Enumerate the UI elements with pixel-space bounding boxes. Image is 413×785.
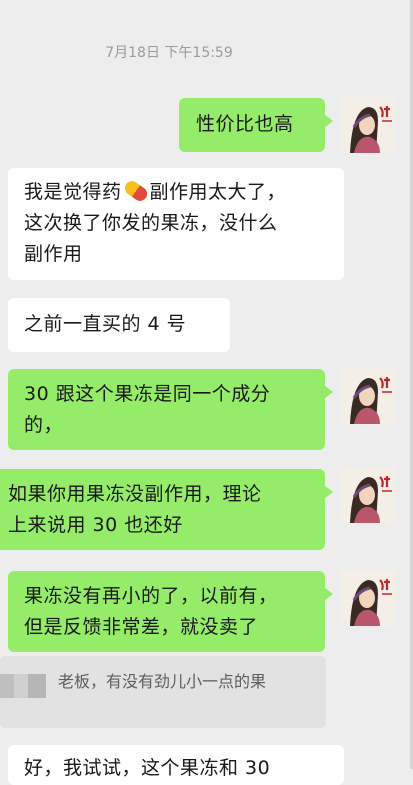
- message-text: 上来说用 30 也还好: [8, 514, 183, 536]
- message-text: 好，我试试，这个果冻和 30: [24, 757, 271, 779]
- message-text: 30 跟这个果冻是同一个成分: [24, 383, 271, 405]
- message-text: 如果你用果冻没副作用，理论: [8, 483, 262, 505]
- avatar[interactable]: [340, 368, 396, 424]
- quoted-message[interactable]: 老板，有没有劲儿小一点的果: [0, 656, 326, 728]
- avatar-portrait-icon: [340, 368, 396, 424]
- message-text: 之前一直买的 4 号: [24, 313, 187, 335]
- message-text: 副作用: [24, 243, 83, 265]
- message-text: 果冻没有再小的了，以前有，: [24, 585, 278, 607]
- avatar-portrait-icon: [340, 467, 396, 523]
- avatar[interactable]: [340, 570, 396, 626]
- outgoing-message[interactable]: 果冻没有再小的了，以前有， 但是反馈非常差，就没卖了: [8, 571, 333, 652]
- message-text: 但是反馈非常差，就没卖了: [24, 616, 259, 638]
- message-text: 这次换了你发的果冻，没什么: [24, 212, 278, 234]
- avatar-portrait-icon: [340, 97, 396, 153]
- incoming-message[interactable]: 我是觉得药 副作用太大了， 这次换了你发的果冻，没什么 副作用: [8, 168, 344, 280]
- outgoing-message[interactable]: 性价比也高: [179, 98, 333, 152]
- avatar[interactable]: [340, 97, 396, 153]
- message-text: 副作用太大了，: [149, 181, 287, 203]
- message-text: 的，: [24, 414, 64, 436]
- outgoing-message[interactable]: 如果你用果冻没副作用，理论 上来说用 30 也还好: [0, 469, 333, 550]
- pill-emoji-icon: [121, 178, 150, 204]
- quoted-text: 老板，有没有劲儿小一点的果: [58, 672, 267, 691]
- outgoing-message[interactable]: 30 跟这个果冻是同一个成分 的，: [8, 369, 333, 450]
- message-text: 我是觉得药: [24, 181, 122, 203]
- incoming-message-partial[interactable]: 好，我试试，这个果冻和 30: [8, 745, 344, 785]
- incoming-message[interactable]: 之前一直买的 4 号: [8, 298, 230, 352]
- avatar-portrait-icon: [340, 570, 396, 626]
- avatar[interactable]: [340, 467, 396, 523]
- message-text: 性价比也高: [196, 113, 294, 135]
- message-timestamp: 7月18日 下午15:59: [105, 45, 233, 61]
- blurred-thumbnail: [0, 674, 46, 698]
